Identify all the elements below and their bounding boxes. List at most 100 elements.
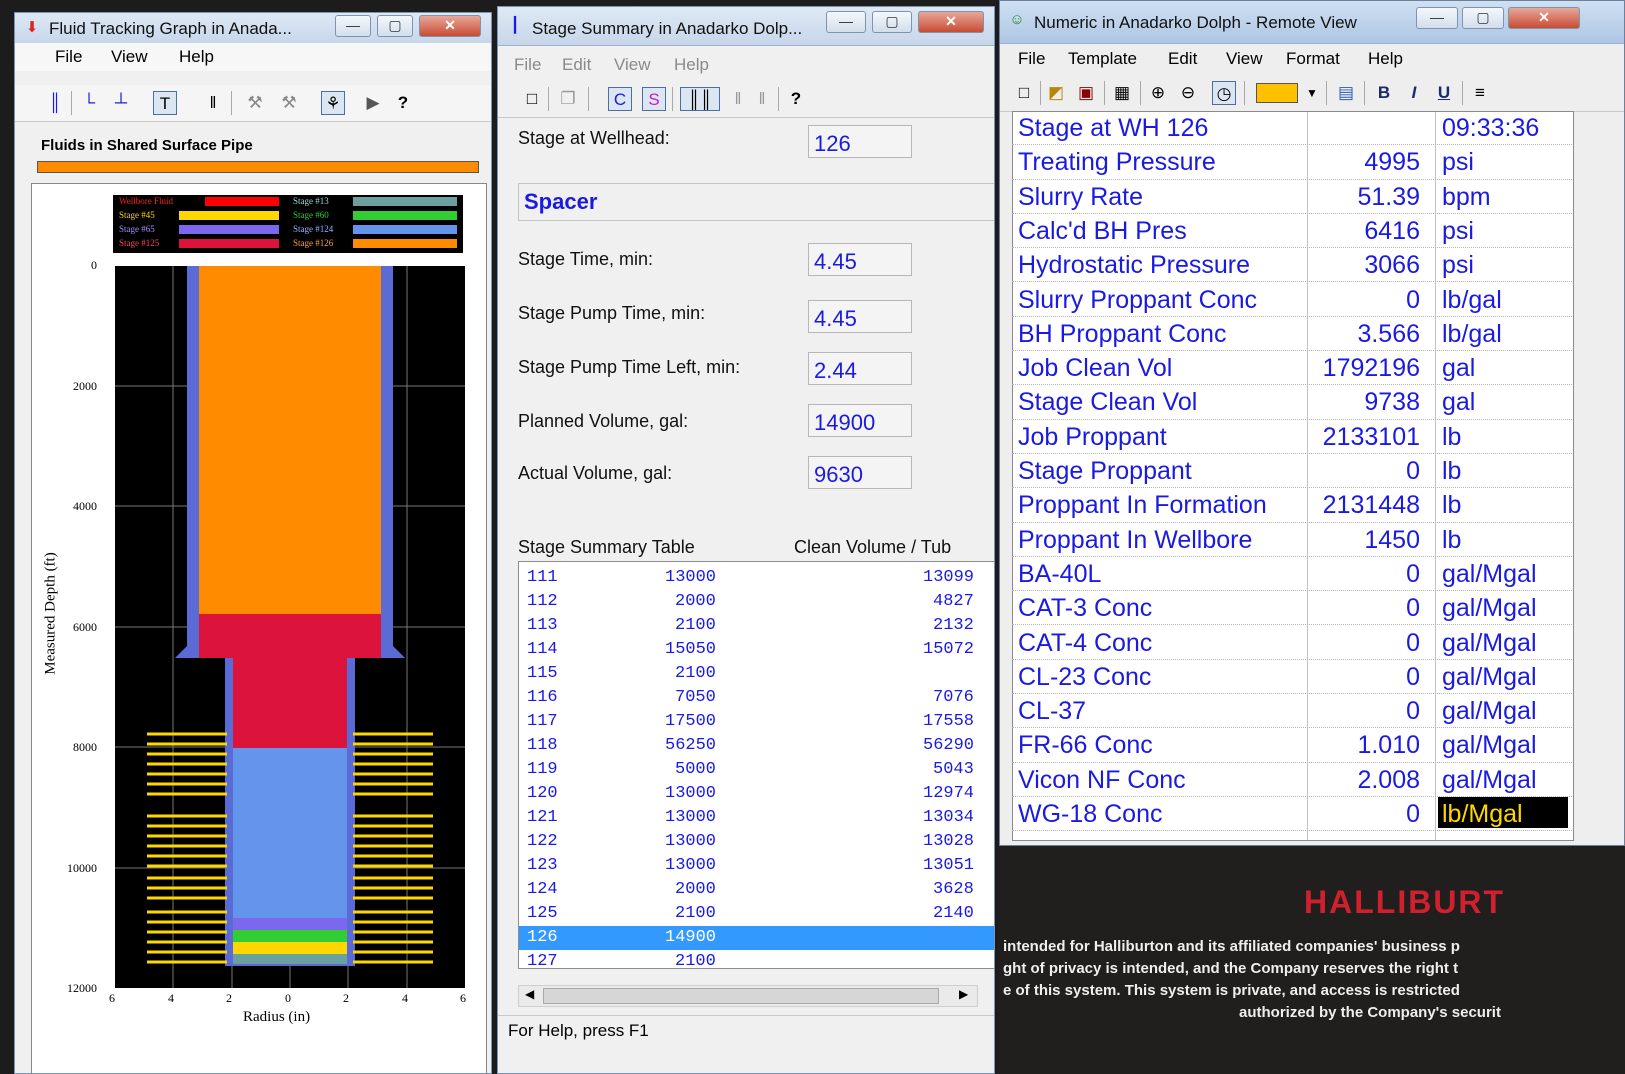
zoom-in-icon[interactable]: ⊕ — [1146, 81, 1170, 105]
title-bar[interactable]: ┃ Stage Summary in Anadarko Dolp... — ▢ … — [498, 7, 994, 46]
wrench-icon[interactable]: ⚒ — [243, 91, 267, 115]
scroll-thumb[interactable] — [543, 988, 939, 1004]
menu-template[interactable]: Template — [1068, 49, 1137, 69]
numeric-row[interactable]: Stage Clean Vol 9738 gal — [1012, 385, 1572, 420]
properties-icon[interactable]: ▦ — [1110, 81, 1134, 105]
menu-file[interactable]: File — [514, 55, 541, 75]
underline-icon[interactable]: U — [1432, 81, 1456, 105]
menu-format[interactable]: Format — [1286, 49, 1340, 69]
numeric-row[interactable]: Job Proppant 2133101 lb — [1012, 420, 1572, 454]
bold-icon[interactable]: B — [1372, 81, 1396, 105]
maximize-button[interactable]: ▢ — [377, 15, 413, 37]
tubing-icon[interactable]: T — [153, 91, 177, 115]
table-row[interactable]: 113 2100 2132 — [519, 614, 994, 638]
numeric-row[interactable]: Stage Proppant 0 lb — [1012, 454, 1572, 489]
traffic-light-icon[interactable]: ⚘ — [321, 91, 345, 115]
numeric-row[interactable]: CAT-3 Conc 0 gal/Mgal — [1012, 591, 1572, 626]
align-icon[interactable]: ≡ — [1468, 81, 1492, 105]
minimize-button[interactable]: — — [1416, 7, 1458, 29]
table-row[interactable]: 115 2100 — [519, 662, 994, 686]
well-down-icon[interactable]: ┴ — [109, 91, 133, 115]
scroll-right-icon[interactable]: ▶ — [959, 987, 968, 1001]
numeric-row[interactable]: Job Clean Vol 1792196 gal — [1012, 351, 1572, 386]
numeric-row[interactable]: Calc'd BH Pres 6416 psi — [1012, 214, 1572, 249]
pipe-icon[interactable]: ║ — [43, 91, 67, 115]
c-icon[interactable]: C — [608, 87, 632, 111]
menu-edit[interactable]: Edit — [1168, 49, 1197, 69]
menu-view[interactable]: View — [111, 47, 148, 67]
columns-icon[interactable]: ║║ — [680, 87, 720, 111]
table-row[interactable]: 125 2100 2140 — [519, 902, 994, 926]
help-icon[interactable]: ? — [784, 87, 808, 111]
close-button[interactable]: ✕ — [918, 11, 984, 33]
table-row-selected[interactable]: 126 14900 — [519, 926, 994, 950]
s-icon[interactable]: S — [642, 87, 666, 111]
table-row[interactable]: 127 2100 — [519, 950, 994, 968]
table-row[interactable]: 124 2000 3628 — [519, 878, 994, 902]
table-row[interactable]: 111 13000 13099 — [519, 566, 994, 590]
numeric-row[interactable]: CAT-4 Conc 0 gal/Mgal — [1012, 626, 1572, 660]
numeric-row[interactable]: Vicon NF Conc 2.008 gal/Mgal — [1012, 763, 1572, 797]
numeric-row[interactable]: Treating Pressure 4995 psi — [1012, 145, 1572, 180]
numeric-row[interactable]: BA-40L 0 gal/Mgal — [1012, 557, 1572, 592]
menu-help[interactable]: Help — [179, 47, 214, 67]
numeric-row[interactable]: FR-66 Conc 1.010 gal/Mgal — [1012, 728, 1572, 763]
zoom-out-icon[interactable]: ⊖ — [1176, 81, 1200, 105]
chevron-down-icon[interactable]: ▼ — [1300, 81, 1324, 105]
numeric-row[interactable]: Proppant In Formation 2131448 lb — [1012, 488, 1572, 523]
table-row[interactable]: 121 13000 13034 — [519, 806, 994, 830]
table-row[interactable]: 123 13000 13051 — [519, 854, 994, 878]
numeric-row[interactable]: Slurry Rate 51.39 bpm — [1012, 180, 1572, 214]
grid-icon[interactable]: ▤ — [1334, 81, 1358, 105]
table-row[interactable]: 118 56250 56290 — [519, 734, 994, 758]
save-icon[interactable]: ▣ — [1074, 81, 1098, 105]
numeric-row[interactable]: CL-37 0 gal/Mgal — [1012, 694, 1572, 729]
numeric-row[interactable]: WG-18 Conc 0 lb/Mgal — [1012, 797, 1572, 832]
table-row[interactable]: 114 15050 15072 — [519, 638, 994, 662]
numeric-row[interactable]: Hydrostatic Pressure 3066 psi — [1012, 248, 1572, 283]
table-row[interactable]: 119 5000 5043 — [519, 758, 994, 782]
title-bar[interactable]: ⬇ Fluid Tracking Graph in Anada... — ▢ ✕ — [15, 13, 491, 44]
menu-view[interactable]: View — [614, 55, 651, 75]
maximize-button[interactable]: ▢ — [1462, 7, 1504, 29]
play-icon[interactable]: ▶ — [361, 91, 385, 115]
open-folder-icon[interactable]: ◩ — [1044, 81, 1068, 105]
wrench-alt-icon[interactable]: ⚒ — [277, 91, 301, 115]
menu-file[interactable]: File — [55, 47, 82, 67]
menu-file[interactable]: File — [1018, 49, 1045, 69]
title-bar[interactable]: ☺ Numeric in Anadarko Dolph - Remote Vie… — [1000, 1, 1624, 44]
menu-help[interactable]: Help — [1368, 49, 1403, 69]
menu-view[interactable]: View — [1226, 49, 1263, 69]
numeric-row[interactable]: CL-23 Conc 0 gal/Mgal — [1012, 660, 1572, 695]
new-file-icon[interactable]: □ — [520, 87, 544, 111]
table-row[interactable]: 117 17500 17558 — [519, 710, 994, 734]
maximize-button[interactable]: ▢ — [872, 11, 912, 33]
bars-icon[interactable]: ‖ — [726, 87, 750, 111]
table-row[interactable]: 122 13000 13028 — [519, 830, 994, 854]
color-picker[interactable] — [1256, 83, 1298, 103]
menu-edit[interactable]: Edit — [562, 55, 591, 75]
numeric-row[interactable]: BH Proppant Conc 3.566 lb/gal — [1012, 317, 1572, 352]
close-button[interactable]: ✕ — [1508, 7, 1580, 29]
menu-help[interactable]: Help — [674, 55, 709, 75]
paperclip-icon[interactable]: ‖ — [201, 91, 225, 115]
help-icon[interactable]: ? — [391, 91, 415, 115]
table-row[interactable]: 120 13000 12974 — [519, 782, 994, 806]
minimize-button[interactable]: — — [826, 11, 866, 33]
scroll-left-icon[interactable]: ◀ — [525, 987, 534, 1001]
table-row[interactable]: 116 7050 7076 — [519, 686, 994, 710]
numeric-row[interactable]: Proppant In Wellbore 1450 lb — [1012, 523, 1572, 557]
well-icon[interactable]: └ — [77, 91, 101, 115]
numeric-row[interactable]: Slurry Proppant Conc 0 lb/gal — [1012, 283, 1572, 317]
italic-icon[interactable]: I — [1402, 81, 1426, 105]
copy-icon[interactable]: ❐ — [556, 87, 580, 111]
table-row[interactable]: 112 2000 4827 — [519, 590, 994, 614]
new-file-icon[interactable]: □ — [1012, 81, 1036, 105]
numeric-row[interactable]: Stage at WH 126 09:33:36 — [1012, 111, 1572, 146]
bars-alt-icon[interactable]: ‖ — [750, 87, 774, 111]
stage-summary-table[interactable]: 111 13000 13099 112 2000 4827 113 2100 2132 11… — [518, 561, 994, 969]
minimize-button[interactable]: — — [335, 15, 371, 37]
clock-icon[interactable]: ◷ — [1212, 81, 1236, 105]
close-button[interactable]: ✕ — [419, 15, 481, 37]
horizontal-scrollbar[interactable]: ◀ ▶ — [518, 985, 978, 1007]
